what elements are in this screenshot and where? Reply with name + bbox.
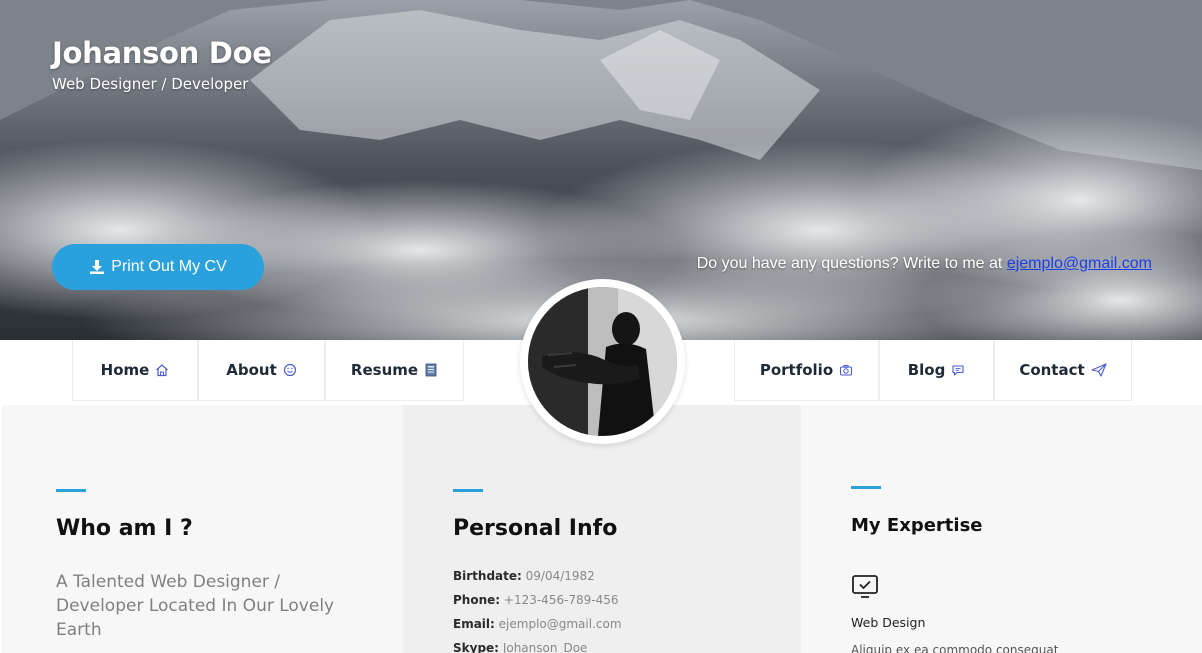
home-icon [156, 364, 169, 377]
expertise-item-title: Web Design [851, 615, 926, 630]
info-value: +123-456-789-456 [503, 593, 619, 607]
nav-item-label: Home [100, 361, 150, 379]
info-key: Phone: [453, 593, 501, 607]
accent-bar [851, 486, 881, 489]
print-cv-label: Print Out My CV [111, 258, 227, 275]
smile-icon [283, 363, 296, 377]
accent-bar [56, 489, 86, 492]
info-key: Skype: [453, 641, 499, 653]
download-icon [90, 260, 105, 274]
info-row-birthdate: Birthdate: 09/04/1982 [453, 564, 622, 588]
personal-info-title: Personal Info [453, 516, 618, 541]
print-cv-button[interactable]: Print Out My CV [52, 244, 264, 290]
profile-photo [528, 287, 677, 436]
about-description: A Talented Web Designer / Developer Loca… [56, 572, 335, 640]
camera-icon [840, 365, 853, 376]
nav-item-portfolio[interactable]: Portfolio [734, 340, 879, 401]
info-value: 09/04/1982 [525, 569, 595, 583]
profile-avatar [520, 279, 685, 444]
monitor-check-icon [852, 575, 878, 598]
nav-item-label: About [226, 361, 277, 379]
info-row-phone: Phone: +123-456-789-456 [453, 588, 622, 612]
info-value: Johanson_Doe [502, 641, 588, 653]
expertise-item-desc: Aliquip ex ea commodo consequat [851, 643, 1059, 653]
info-row-skype: Skype: Johanson_Doe [453, 636, 622, 653]
nav-item-contact[interactable]: Contact [994, 340, 1132, 401]
nav-item-blog[interactable]: Blog [879, 340, 994, 401]
info-key: Birthdate: [453, 569, 522, 583]
nav-item-resume[interactable]: Resume [325, 340, 464, 401]
about-section: Who am I ? A Talented Web Designer / Dev… [2, 405, 403, 653]
contact-question-text: Do you have any questions? Write to me a… [696, 255, 1007, 272]
nav-item-label: Contact [1019, 361, 1085, 379]
expertise-title: My Expertise [851, 515, 983, 536]
resume-icon [425, 363, 437, 377]
profile-silhouette-image [528, 287, 677, 436]
about-title: Who am I ? [56, 516, 193, 541]
info-value: ejemplo@gmail.com [498, 617, 622, 631]
expertise-section: My Expertise Web Design Aliquip ex ea co… [801, 405, 1202, 653]
info-key: Email: [453, 617, 495, 631]
nav-item-home[interactable]: Home [72, 340, 198, 401]
nav-item-label: Blog [907, 361, 946, 379]
chat-icon [952, 365, 964, 376]
accent-bar [453, 489, 483, 492]
contact-question: Do you have any questions? Write to me a… [697, 255, 1152, 273]
email-link[interactable]: ejemplo@gmail.com [1007, 255, 1152, 272]
nav-item-label: Portfolio [759, 361, 834, 379]
personal-info-list: Birthdate: 09/04/1982 Phone: +123-456-78… [453, 564, 622, 653]
info-row-email: Email: ejemplo@gmail.com [453, 612, 622, 636]
paper-plane-icon [1091, 363, 1107, 377]
hero-name: Johanson Doe [52, 36, 272, 70]
hero-role: Web Designer / Developer [52, 75, 249, 93]
nav-item-about[interactable]: About [198, 340, 325, 401]
nav-item-label: Resume [350, 361, 419, 379]
